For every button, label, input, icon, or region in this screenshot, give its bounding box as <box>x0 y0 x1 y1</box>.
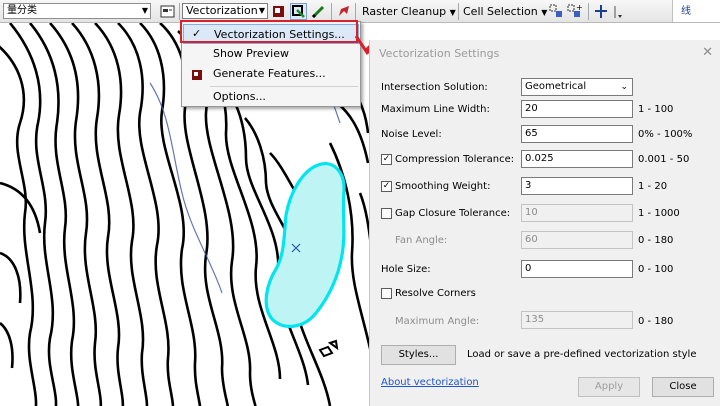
vectorization-menu-button[interactable]: Vectorization ▼ <box>182 3 268 19</box>
toolbar-separator <box>458 3 459 20</box>
smoothing-weight-checkbox[interactable]: ✓ <box>381 181 392 192</box>
menu-item-generate-features[interactable]: Generate Features... <box>183 64 359 84</box>
maximum-angle-input[interactable]: 135 <box>521 311 633 329</box>
hole-size-label: Hole Size: <box>381 264 431 275</box>
gap-closure-checkbox[interactable] <box>381 208 392 219</box>
vectorization-menu-label: Vectorization <box>186 4 258 17</box>
chevron-down-icon: ▼ <box>258 6 265 15</box>
max-line-width-label: Maximum Line Width: <box>381 104 490 115</box>
generate-features-icon <box>191 68 203 80</box>
generate-features-icon[interactable] <box>270 3 287 20</box>
gap-closure-input[interactable]: 10 <box>521 204 633 222</box>
close-button[interactable]: Close <box>652 377 714 397</box>
menu-item-label: Generate Features... <box>213 67 326 80</box>
max-line-width-input[interactable]: 20 <box>521 100 633 118</box>
cell-selection-menu[interactable]: Cell Selection ▼ <box>463 0 547 23</box>
fan-angle-range: 0 - 180 <box>638 235 674 246</box>
raster-cleanup-label: Raster Cleanup <box>362 5 447 18</box>
chevron-down-icon: ▼ <box>541 8 548 17</box>
menu-item-label: Show Preview <box>213 47 289 60</box>
intersection-solution-select[interactable]: Geometrical ⌄ <box>521 78 633 96</box>
noise-level-range: 0% - 100% <box>638 129 693 140</box>
menu-item-label: Options... <box>213 90 266 103</box>
layer-combo-value: 量分类 <box>7 5 37 16</box>
gap-closure-label: Gap Closure Tolerance: <box>395 208 511 219</box>
chevron-down-icon: ▼ <box>449 8 456 17</box>
smoothing-weight-label: Smoothing Weight: <box>395 181 491 192</box>
side-panel-tab-label: 线 <box>681 6 691 17</box>
apply-button[interactable]: Apply <box>578 377 640 397</box>
raster-cleanup-brush-icon[interactable] <box>335 3 352 20</box>
add-cells-icon[interactable]: + <box>566 3 583 20</box>
selected-polygon <box>264 162 346 328</box>
pencil-icon[interactable] <box>310 3 327 20</box>
intersection-solution-label: Intersection Solution: <box>381 82 488 93</box>
toolbar-separator <box>331 3 332 20</box>
raster-cleanup-menu[interactable]: Raster Cleanup ▼ <box>362 0 456 23</box>
resolve-corners-label: Resolve Corners <box>395 288 476 299</box>
toolbar-overflow-icon[interactable] <box>612 3 624 20</box>
resolve-corners-checkbox[interactable] <box>381 288 392 299</box>
vectorization-settings-dialog: Vectorization Settings ✕ Intersection So… <box>369 40 720 406</box>
menu-item-options[interactable]: Options... <box>183 87 359 107</box>
fan-angle-label: Fan Angle: <box>395 235 448 246</box>
compression-tolerance-label: Compression Tolerance: <box>395 154 515 165</box>
styles-button[interactable]: Styles... <box>381 345 456 365</box>
select-cells-icon[interactable] <box>548 3 565 20</box>
chevron-down-icon: ▼ <box>141 6 148 15</box>
intersection-solution-value: Geometrical <box>525 81 587 92</box>
chevron-down-icon: ⌄ <box>620 82 628 92</box>
layer-properties-icon[interactable] <box>159 3 176 20</box>
compression-tolerance-checkbox[interactable]: ✓ <box>381 154 392 165</box>
toolbar-separator <box>588 3 589 20</box>
compression-tolerance-range: 0.001 - 50 <box>638 154 690 165</box>
noise-level-input[interactable]: 65 <box>521 125 633 143</box>
maximum-angle-label: Maximum Angle: <box>395 316 480 327</box>
smoothing-weight-input[interactable]: 3 <box>521 177 633 195</box>
toolbar-separator <box>179 3 180 20</box>
crosshair-icon[interactable] <box>593 3 610 20</box>
maximum-angle-range: 0 - 180 <box>638 316 674 327</box>
toolbar-separator <box>355 3 356 20</box>
hole-size-input[interactable]: 0 <box>521 260 633 278</box>
about-vectorization-link[interactable]: About vectorization <box>381 377 479 388</box>
side-panel-tab[interactable]: 线 <box>672 0 720 22</box>
noise-level-label: Noise Level: <box>381 129 442 140</box>
fan-angle-input[interactable]: 60 <box>521 231 633 249</box>
small-polygon-marks <box>318 339 339 358</box>
styles-description: Load or save a pre-defined vectorization… <box>467 349 697 360</box>
cell-selection-label: Cell Selection <box>463 5 538 18</box>
menu-item-show-preview[interactable]: Show Preview <box>183 44 359 64</box>
compression-tolerance-input[interactable]: 0.025 <box>521 150 633 168</box>
smoothing-weight-range: 1 - 20 <box>638 181 668 192</box>
max-line-width-range: 1 - 100 <box>638 104 674 115</box>
toolbar: 量分类 ▼ Vectorization ▼ Raster Cleanup ▼ C… <box>0 0 720 23</box>
dialog-title: Vectorization Settings <box>379 47 500 60</box>
svg-text:+: + <box>576 3 583 12</box>
highlight-box <box>180 20 358 43</box>
hole-size-range: 0 - 100 <box>638 264 674 275</box>
layer-combo[interactable]: 量分类 ▼ <box>3 3 151 19</box>
close-icon[interactable]: ✕ <box>702 45 713 60</box>
vectorization-trace-icon[interactable] <box>290 3 307 20</box>
gap-closure-range: 1 - 1000 <box>638 208 680 219</box>
